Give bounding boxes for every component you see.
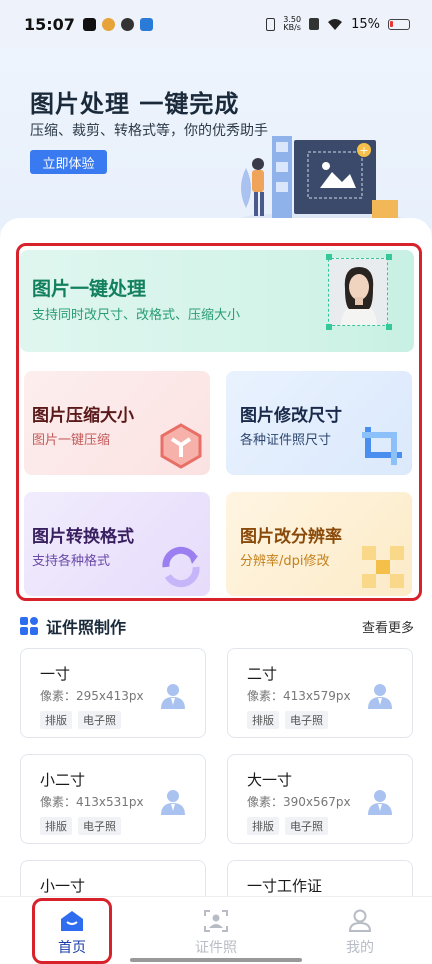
battery-icon [388, 18, 410, 30]
wifi-icon [328, 18, 343, 30]
nav-highlight-box [32, 898, 112, 964]
id-card-small-2inch[interactable]: 小二寸 像素：413x531px 排版 电子照 [20, 754, 206, 844]
view-more-link[interactable]: 查看更多 [362, 617, 414, 636]
feature-highlight-box [16, 243, 422, 601]
person-icon [161, 790, 185, 815]
hero-banner: 图片处理 一键完成 压缩、裁剪、转格式等，你的优秀助手 立即体验 + [0, 48, 432, 228]
id-card-1inch[interactable]: 一寸 像素：295x413px 排版 电子照 [20, 648, 206, 738]
weibo-icon [101, 17, 115, 31]
id-card-name: 大一寸 [247, 771, 293, 789]
app-icon [139, 17, 153, 31]
status-time: 15:07 [24, 14, 75, 34]
nav-label: 我的 [346, 940, 374, 956]
tag-layout: 排版 [40, 817, 72, 835]
tiktok-icon [82, 17, 96, 31]
vibrate-icon [266, 17, 276, 31]
svg-text:+: + [359, 144, 368, 157]
id-photo-section-header: 证件照制作 查看更多 [20, 614, 414, 638]
sim-icon [309, 18, 320, 30]
id-card-pixels: 像素：390x567px [247, 795, 351, 809]
id-card-pixels: 像素：295x413px [40, 689, 144, 703]
id-card-large-1inch[interactable]: 大一寸 像素：390x567px 排版 电子照 [227, 754, 413, 844]
id-card-name: 一寸工作证 [247, 877, 323, 895]
tag-layout: 排版 [247, 711, 279, 729]
battery-percent: 15% [351, 16, 380, 32]
status-bar: 15:07 3.50 KB/s 15% [0, 0, 432, 48]
person-icon [368, 684, 392, 709]
nav-profile[interactable]: 我的 [288, 897, 432, 964]
id-card-name: 小一寸 [40, 877, 86, 895]
id-card-pixels: 像素：413x579px [247, 689, 351, 703]
tag-digital: 电子照 [78, 817, 121, 835]
tag-digital: 电子照 [78, 711, 121, 729]
id-card-2inch[interactable]: 二寸 像素：413x579px 排版 电子照 [227, 648, 413, 738]
tag-layout: 排版 [40, 711, 72, 729]
notification-icons [82, 17, 153, 31]
nav-label: 证件照 [195, 940, 237, 956]
tag-layout: 排版 [247, 817, 279, 835]
tag-digital: 电子照 [285, 817, 328, 835]
id-card-name: 二寸 [247, 665, 278, 683]
grid-icon [20, 617, 38, 635]
nav-id-photo[interactable]: 证件照 [144, 897, 288, 964]
gesture-bar [130, 958, 302, 962]
person-icon [368, 790, 392, 815]
profile-icon [348, 909, 372, 932]
hero-illustration: + [237, 136, 407, 228]
id-card-pixels: 像素：413x531px [40, 795, 144, 809]
net-speed-unit: KB/s [283, 23, 301, 32]
id-photo-icon [204, 910, 228, 932]
tag-digital: 电子照 [285, 711, 328, 729]
net-speed: 3.50 KB/s [283, 16, 301, 32]
app-icon [120, 17, 134, 31]
hero-title: 图片处理 一键完成 [30, 90, 240, 118]
id-card-name: 小二寸 [40, 771, 86, 789]
person-icon [161, 684, 185, 709]
id-card-name: 一寸 [40, 665, 71, 683]
section-title: 证件照制作 [46, 618, 127, 637]
try-now-button[interactable]: 立即体验 [30, 150, 107, 174]
